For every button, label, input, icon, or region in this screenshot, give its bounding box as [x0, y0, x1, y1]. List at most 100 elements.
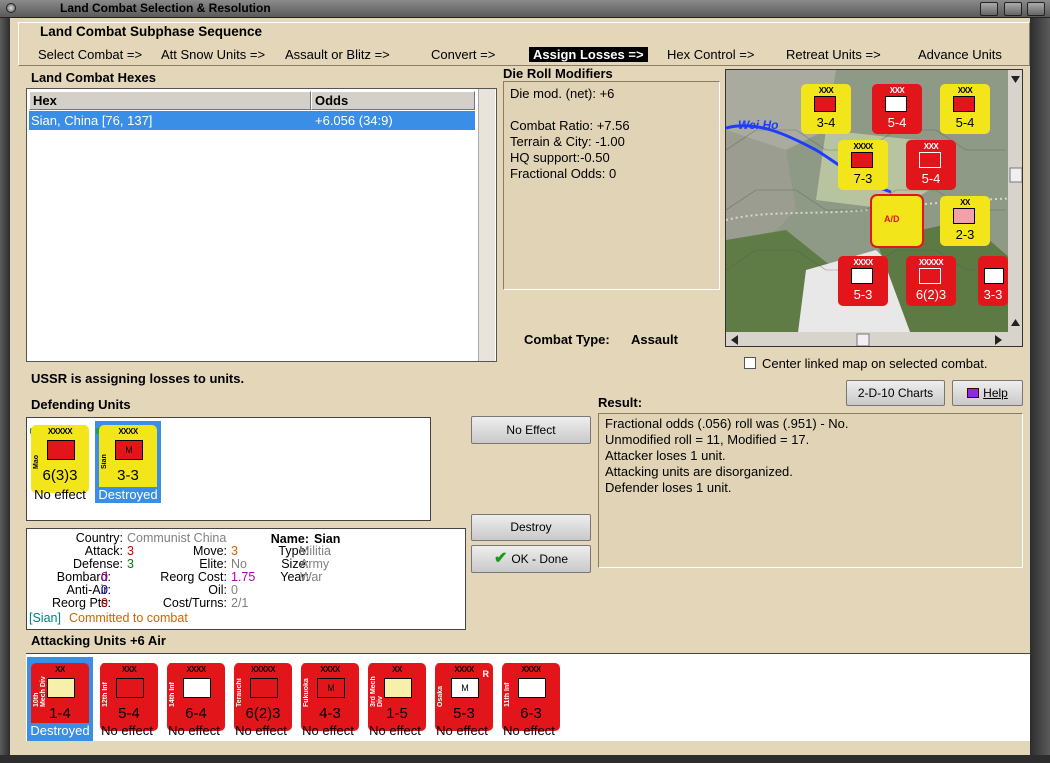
step-hex-control: Hex Control => — [667, 47, 755, 62]
step-select-combat: Select Combat => — [38, 47, 143, 62]
result-panel: Fractional odds (.056) roll was (.951) -… — [598, 413, 1023, 568]
sequence-title: Land Combat Subphase Sequence — [40, 24, 263, 39]
map-unit[interactable]: XXXX 5-3 — [838, 256, 888, 306]
close-button[interactable] — [1027, 2, 1045, 16]
attacker-unit[interactable]: XXXX 14th Inf 6-4 — [167, 663, 225, 731]
infantry-icon — [250, 678, 278, 698]
step-assault-or-blitz: Assault or Blitz => — [285, 47, 390, 62]
minimize-button[interactable] — [980, 2, 998, 16]
ok-done-button[interactable]: ✔ OK - Done — [471, 545, 591, 573]
attacker-status: No effect — [436, 723, 488, 738]
mod-hq-support: HQ support:-0.50 — [510, 150, 610, 165]
result-line: Unmodified roll = 11, Modified = 17. — [605, 432, 810, 447]
step-att-snow-units: Att Snow Units => — [161, 47, 266, 62]
map-unit-selected[interactable]: A/D — [870, 194, 924, 248]
combat-type-label: Combat Type: — [524, 332, 610, 347]
militia-icon: M — [115, 440, 143, 460]
map-unit[interactable]: XXX 3-4 — [801, 84, 851, 134]
attacker-status: No effect — [235, 723, 287, 738]
title-bar: Land Combat Selection & Resolution — [0, 0, 1050, 18]
attacker-status: No effect — [369, 723, 421, 738]
commit-status: Committed to combat — [69, 611, 188, 625]
cost-turns-value: 2/1 — [231, 596, 249, 610]
attacker-unit[interactable]: XXXX Fukuoka M 4-3 — [301, 663, 359, 731]
militia-icon: M — [451, 678, 479, 698]
infantry-icon — [116, 678, 144, 698]
attacker-unit[interactable]: XX 3rd Mech Div 1-5 — [368, 663, 426, 731]
defender-status: Destroyed — [95, 487, 161, 502]
attacker-status: No effect — [168, 723, 220, 738]
attacker-unit[interactable]: XXXX 11th Inf 6-3 — [502, 663, 560, 731]
map-unit[interactable]: XXX 5-4 — [940, 84, 990, 134]
map-unit[interactable]: XX 2-3 — [940, 196, 990, 246]
oil-value: 0 — [231, 583, 238, 597]
help-label: Help — [983, 386, 1008, 400]
help-button[interactable]: Help — [952, 380, 1023, 406]
unit-tag: [Sian] — [29, 611, 61, 625]
help-book-icon — [967, 388, 980, 398]
attacker-unit[interactable]: XXXXX Terauchi 6(2)3 — [234, 663, 292, 731]
destroy-button[interactable]: Destroy — [471, 514, 591, 541]
table-row[interactable]: Sian, China [76, 137] +6.056 (34:9) — [29, 111, 475, 130]
attacker-status: No effect — [302, 723, 354, 738]
map-unit[interactable]: XXXXX 6(2)3 — [906, 256, 956, 306]
mod-combat-ratio: Combat Ratio: +7.56 — [510, 118, 630, 133]
map-unit[interactable]: XXX 5-4 — [872, 84, 922, 134]
unit-info-panel: Country: Communist China Name: Sian Atta… — [26, 528, 466, 630]
step-retreat-units: Retreat Units => — [786, 47, 881, 62]
window-title: Land Combat Selection & Resolution — [60, 1, 271, 15]
mod-net: Die mod. (net): +6 — [510, 86, 615, 101]
attacker-status: No effect — [101, 723, 153, 738]
infantry-icon — [47, 440, 75, 460]
ok-done-label: OK - Done — [511, 552, 569, 566]
linked-map[interactable]: Wei Ho XXX 3-4 XXX 5-4 XXX 5-4 XXXX 7-3 … — [725, 69, 1023, 347]
year-value: War — [300, 570, 323, 584]
combat-type-value: Assault — [631, 332, 678, 347]
infantry-icon — [183, 678, 211, 698]
center-map-checkbox[interactable] — [744, 357, 756, 369]
attacker-unit[interactable]: XXX 12th Inf 5-4 — [100, 663, 158, 731]
hex-cell: Sian, China [76, 137] — [31, 113, 153, 128]
mech-icon — [47, 678, 75, 698]
odds-cell: +6.056 (34:9) — [315, 113, 393, 128]
map-unit[interactable]: XXXX 7-3 — [838, 140, 888, 190]
attacker-status: No effect — [503, 723, 555, 738]
modifiers-title: Die Roll Modifiers — [503, 66, 613, 81]
type-value: Militia — [299, 544, 331, 558]
step-convert: Convert => — [431, 47, 496, 62]
window-frame-bottom — [0, 755, 1050, 763]
defender-unit[interactable]: XXXXX Mao 6(3)3 — [31, 425, 89, 493]
mech-icon — [384, 678, 412, 698]
status-text: USSR is assigning losses to units. — [31, 371, 245, 386]
result-line: Fractional odds (.056) roll was (.951) -… — [605, 416, 849, 431]
result-line: Attacker loses 1 unit. — [605, 448, 726, 463]
hexes-title: Land Combat Hexes — [31, 70, 156, 85]
maximize-button[interactable] — [1004, 2, 1022, 16]
mod-fractional-odds: Fractional Odds: 0 — [510, 166, 617, 181]
window-frame-left — [0, 18, 10, 763]
reorg-pts-value: 0 — [101, 596, 108, 610]
step-assign-losses: Assign Losses => — [529, 47, 648, 62]
attack-value: 3 — [127, 544, 134, 558]
attacker-unit[interactable]: XX 10th Mech Div 1-4 — [31, 663, 89, 731]
bombard-value: 0 — [101, 570, 108, 584]
river-label: Wei Ho — [738, 118, 779, 132]
defense-value: 3 — [127, 557, 134, 571]
no-effect-button[interactable]: No Effect — [471, 416, 591, 444]
column-header-odds[interactable]: Odds — [311, 91, 475, 110]
map-unit[interactable]: XXX 5-4 — [906, 140, 956, 190]
mod-terrain: Terrain & City: -1.00 — [510, 134, 625, 149]
result-title: Result: — [598, 395, 643, 410]
defender-unit-selected[interactable]: XXXX Sian M 3-3 — [99, 425, 157, 493]
charts-button[interactable]: 2-D-10 Charts — [846, 380, 945, 406]
antiair-value: 0 — [101, 583, 108, 597]
result-line: Attacking units are disorganized. — [605, 464, 793, 479]
hexes-scrollbar[interactable] — [478, 89, 495, 361]
window-frame-right — [1030, 18, 1050, 763]
column-header-hex[interactable]: Hex — [29, 91, 311, 110]
attacker-status: Destroyed — [27, 723, 93, 738]
window-menu-icon[interactable] — [6, 3, 16, 13]
attacker-unit[interactable]: XXXX Osaka M 5-3 R — [435, 663, 493, 731]
map-unit[interactable]: 3-3 — [978, 256, 1008, 306]
attacking-title: Attacking Units +6 Air — [31, 633, 166, 648]
